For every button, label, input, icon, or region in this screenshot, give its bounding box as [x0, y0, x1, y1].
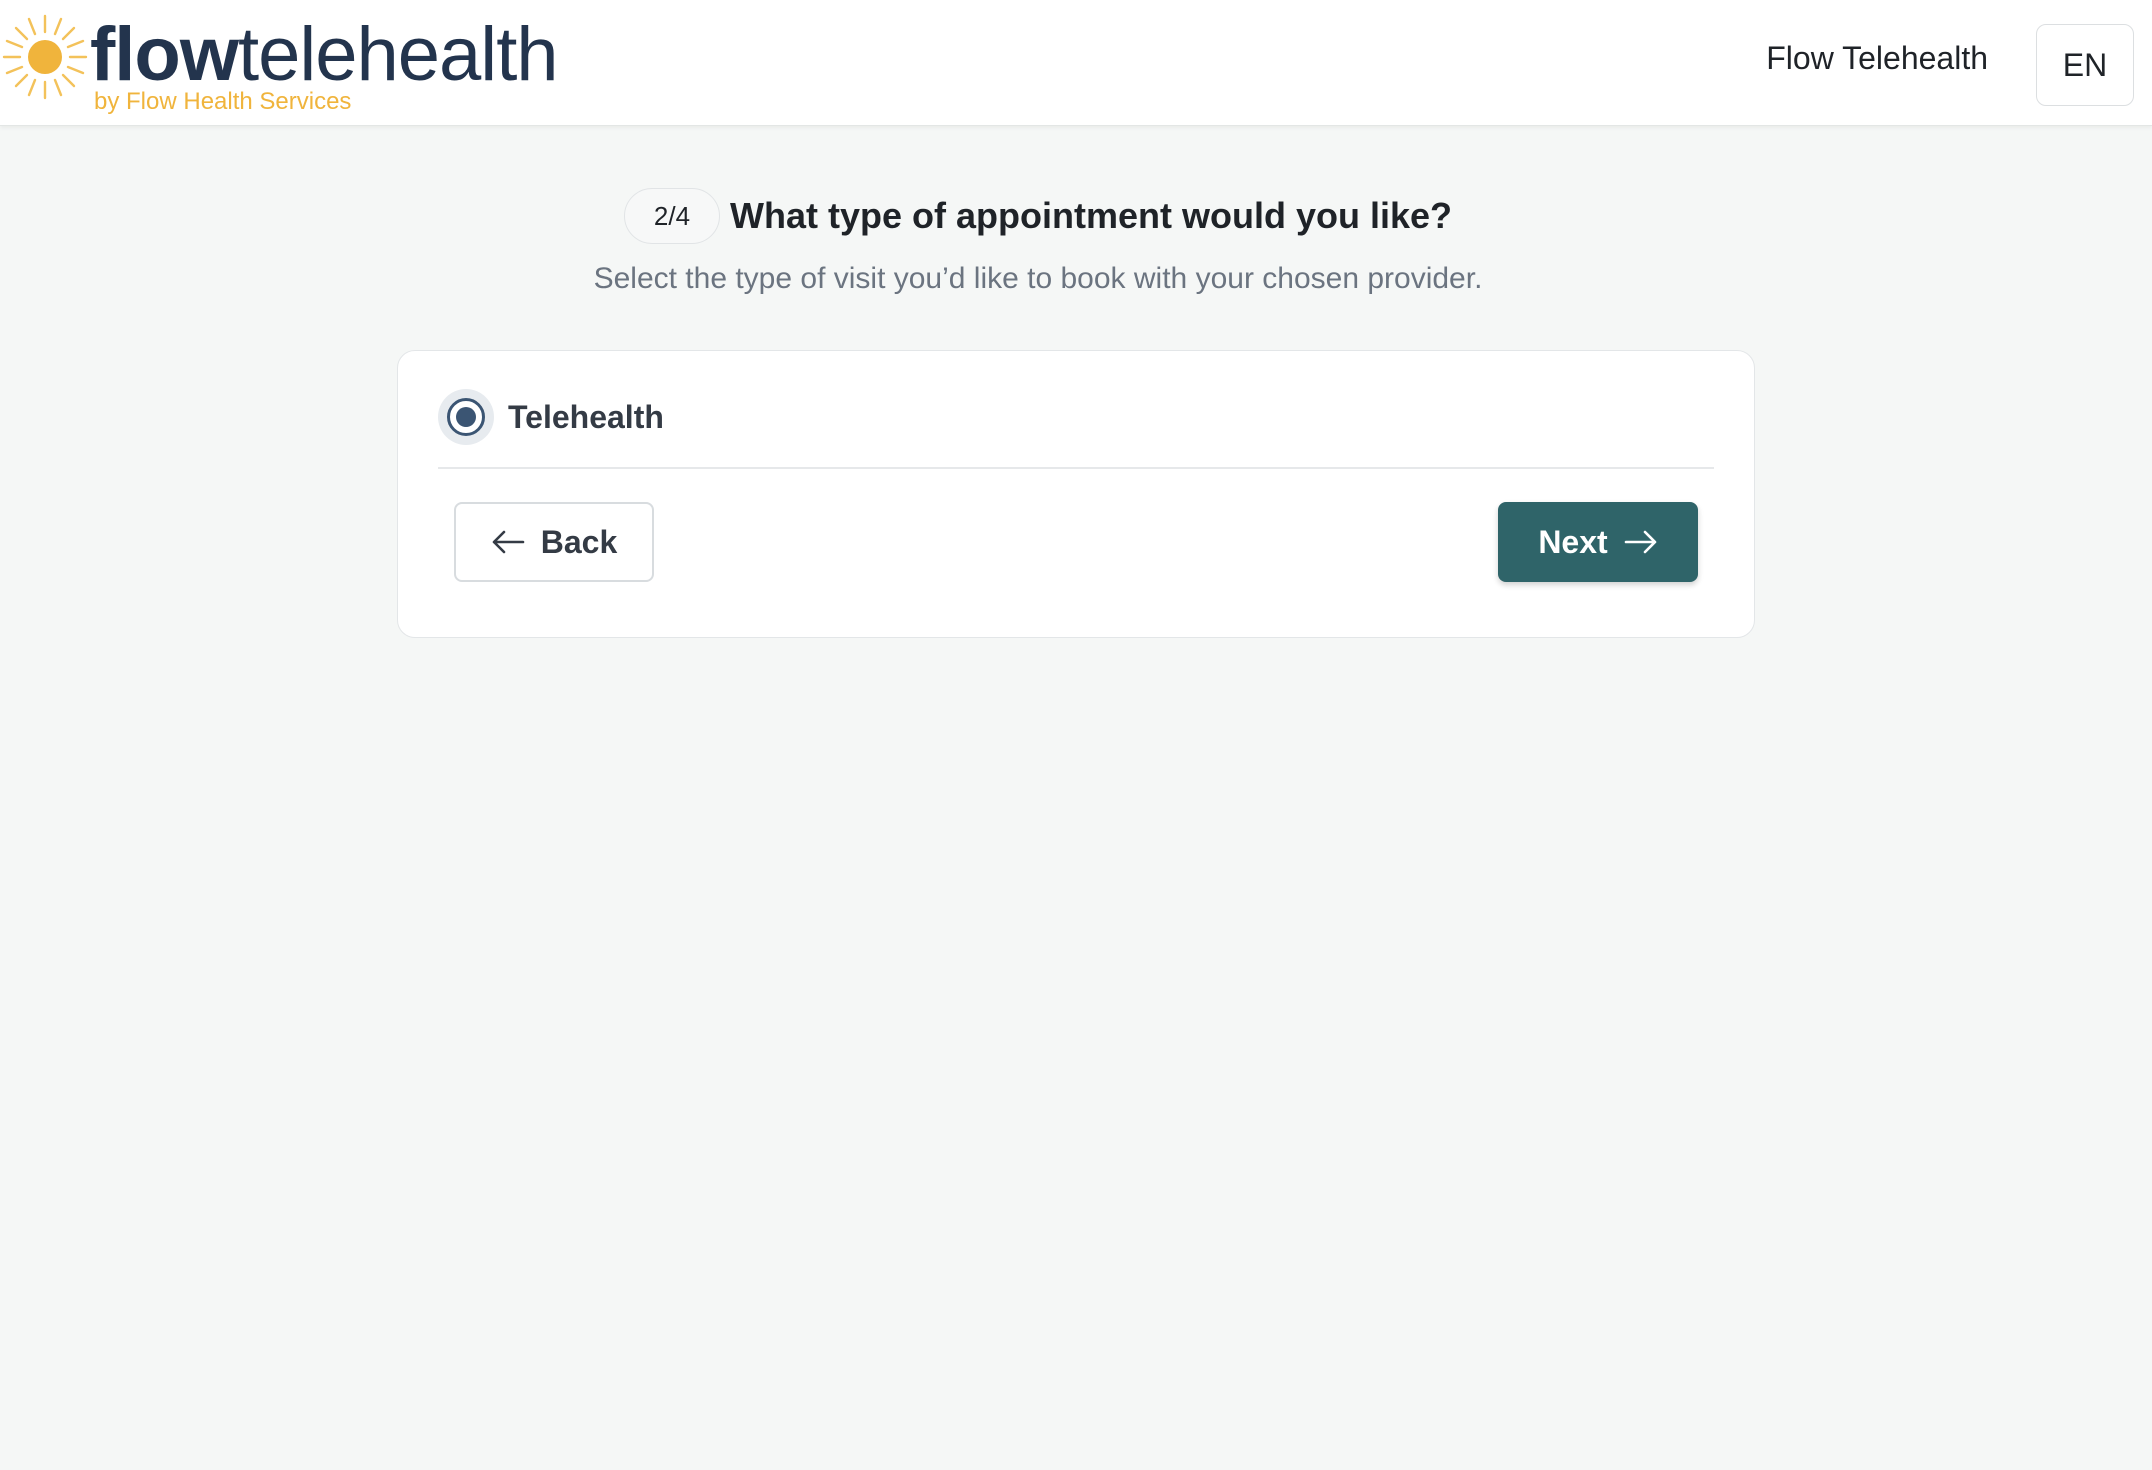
back-button[interactable]: Back — [454, 502, 654, 582]
option-label: Telehealth — [508, 398, 664, 435]
language-selector[interactable]: EN — [2036, 24, 2134, 106]
option-telehealth[interactable]: Telehealth — [438, 389, 1714, 469]
next-button[interactable]: Next — [1498, 502, 1698, 582]
step-header: 2/4 What type of appointment would you l… — [0, 188, 2152, 244]
radio-button[interactable] — [438, 389, 494, 445]
logo-word-light: telehealth — [237, 12, 559, 97]
app-header: flowtelehealth by Flow Health Services F… — [0, 0, 2152, 126]
radio-selected-dot — [456, 407, 476, 427]
page-subtitle: Select the type of visit you’d like to b… — [593, 262, 1483, 295]
logo-word-bold: flow — [90, 12, 239, 97]
appointment-type-card: Telehealth Back Next — [397, 350, 1755, 638]
sun-icon — [2, 14, 88, 100]
arrow-right-icon — [1624, 530, 1658, 554]
logo-wordmark: flowtelehealth — [90, 12, 559, 98]
logo-tagline: by Flow Health Services — [94, 88, 352, 115]
back-button-label: Back — [540, 523, 618, 560]
radio-ring — [447, 398, 485, 436]
next-button-label: Next — [1538, 523, 1608, 560]
flow-telehealth-logo[interactable]: flowtelehealth by Flow Health Services — [0, 6, 600, 118]
header-nav-link[interactable]: Flow Telehealth — [1766, 40, 1988, 77]
page-title: What type of appointment would you like? — [730, 195, 1452, 236]
arrow-left-icon — [491, 530, 525, 554]
step-badge: 2/4 — [624, 188, 720, 244]
